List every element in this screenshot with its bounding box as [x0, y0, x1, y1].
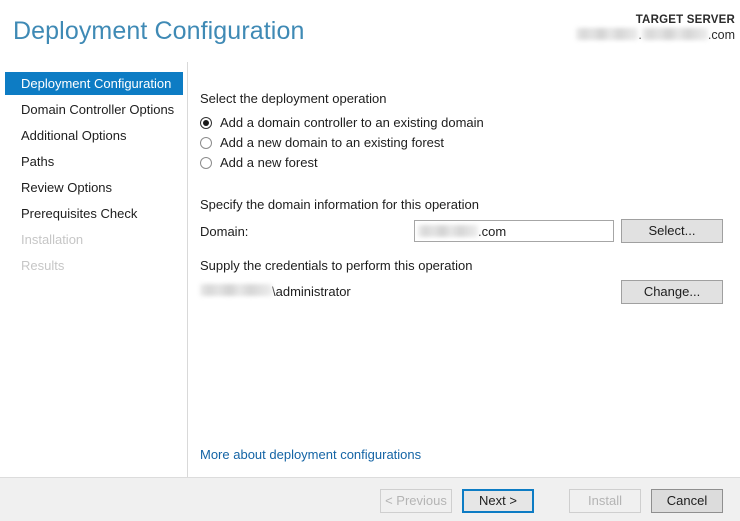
sidebar-item-additional-options[interactable]: Additional Options	[0, 124, 187, 147]
sidebar-item-installation: Installation	[21, 232, 84, 247]
radio-add-new-domain-existing-forest[interactable]: Add a new domain to an existing forest	[200, 133, 484, 152]
target-server-suffix: .com	[707, 28, 735, 43]
sidebar-item-domain-controller-options[interactable]: Domain Controller Options	[0, 98, 187, 121]
previous-button: < Previous	[380, 489, 452, 513]
domain-field-label: Domain:	[200, 224, 249, 239]
domain-value-redacted	[418, 225, 478, 237]
page-title: Deployment Configuration	[13, 17, 305, 45]
sidebar-item-review-options[interactable]: Review Options	[0, 176, 187, 199]
credentials-section-label: Supply the credentials to perform this o…	[200, 258, 473, 273]
radio-selected-icon	[200, 116, 212, 129]
domain-section-label: Specify the domain information for this …	[200, 197, 479, 212]
next-button[interactable]: Next >	[462, 489, 534, 513]
sidebar-item-prerequisites-check[interactable]: Prerequisites Check	[0, 202, 187, 225]
wizard-body: Deployment Configuration Domain Controll…	[0, 62, 740, 478]
radio-label: Add a new domain to an existing forest	[220, 135, 445, 150]
sidebar-item-paths[interactable]: Paths	[0, 150, 187, 173]
select-domain-button[interactable]: Select...	[621, 219, 723, 243]
radio-unselected-icon	[200, 136, 212, 149]
change-credentials-button[interactable]: Change...	[621, 280, 723, 304]
more-about-deployment-configurations-link[interactable]: More about deployment configurations	[200, 447, 421, 462]
radio-label: Add a new forest	[220, 155, 318, 170]
radio-label: Add a domain controller to an existing d…	[220, 115, 484, 130]
page-header: Deployment Configuration TARGET SERVER .…	[0, 0, 740, 62]
domain-value-suffix: .com	[478, 223, 507, 239]
wizard-content: Select the deployment operation Add a do…	[188, 62, 740, 478]
target-server-label: TARGET SERVER	[635, 14, 735, 26]
radio-unselected-icon	[200, 156, 212, 169]
install-button: Install	[569, 489, 641, 513]
radio-add-domain-controller-existing-domain[interactable]: Add a domain controller to an existing d…	[200, 113, 484, 132]
sidebar-item-results: Results	[21, 258, 65, 273]
target-server-name-redacted	[576, 28, 639, 41]
target-server-value: . .com	[576, 28, 735, 44]
sidebar-nav-list: Deployment Configuration Domain Controll…	[0, 62, 187, 277]
target-server-block: TARGET SERVER . .com	[576, 13, 735, 44]
credentials-account: \administrator	[272, 284, 351, 299]
sidebar-item-deployment-configuration[interactable]: Deployment Configuration	[5, 72, 183, 95]
target-server-domain-redacted	[641, 28, 708, 41]
cancel-button[interactable]: Cancel	[651, 489, 723, 513]
credentials-value: \administrator	[200, 284, 351, 299]
domain-input[interactable]: .com	[414, 220, 614, 242]
credentials-domain-redacted	[200, 284, 272, 296]
radio-add-new-forest[interactable]: Add a new forest	[200, 153, 484, 172]
operation-section-label: Select the deployment operation	[200, 91, 387, 106]
wizard-footer: < Previous Next > Install Cancel	[0, 477, 740, 521]
wizard-sidebar: Deployment Configuration Domain Controll…	[0, 62, 188, 478]
deployment-operation-radio-group: Add a domain controller to an existing d…	[200, 113, 484, 173]
